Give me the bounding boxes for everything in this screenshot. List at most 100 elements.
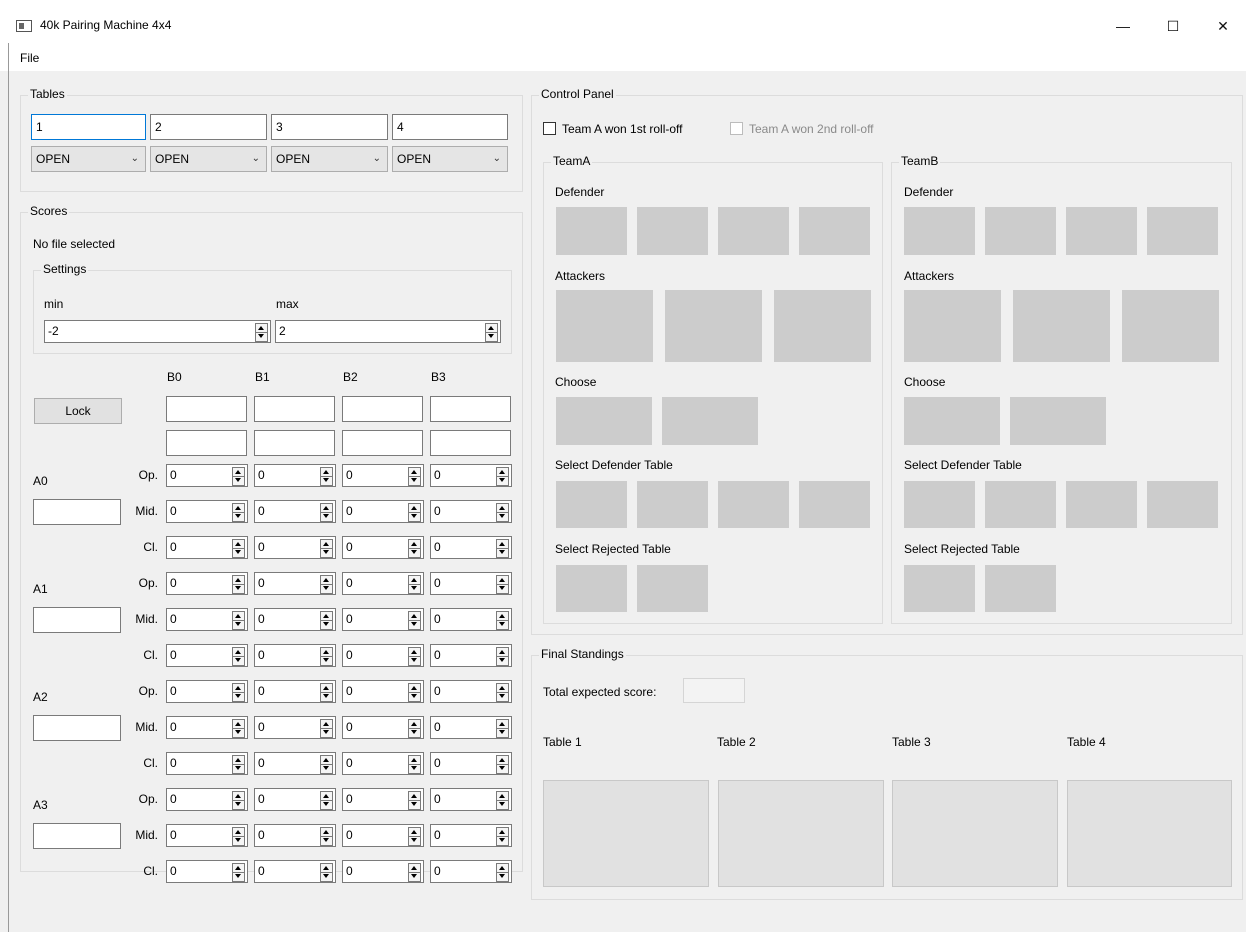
spin-arrows-icon[interactable] [496,647,509,666]
maximize-button[interactable]: ☐ [1150,12,1196,40]
team-a-attacker-slot[interactable] [665,290,762,362]
score-spinbox-a0-b3-mid[interactable]: 0 [430,500,512,523]
score-spinbox-a0-b3-cl[interactable]: 0 [430,536,512,559]
team-b-choose-slot[interactable] [1010,397,1106,445]
score-spinbox-a3-b3-mid[interactable]: 0 [430,824,512,847]
spin-arrows-icon[interactable] [496,683,509,702]
spin-arrows-icon[interactable] [232,539,245,558]
score-spinbox-a3-b3-cl[interactable]: 0 [430,860,512,883]
score-spinbox-a1-b0-cl[interactable]: 0 [166,644,248,667]
spin-arrows-icon[interactable] [232,863,245,882]
spin-arrows-icon[interactable] [496,791,509,810]
score-spinbox-a2-b0-cl[interactable]: 0 [166,752,248,775]
spin-arrows-icon[interactable] [320,539,333,558]
score-spinbox-a0-b2-op[interactable]: 0 [342,464,424,487]
team-a-defender-table-slot[interactable] [637,481,708,528]
team-b-defender-slot[interactable] [904,207,975,255]
spin-arrows-icon[interactable] [320,683,333,702]
team-a-choose-slot[interactable] [556,397,652,445]
spin-arrows-icon[interactable] [320,863,333,882]
b-name-input[interactable] [430,396,511,422]
spin-arrows-icon[interactable] [320,755,333,774]
score-spinbox-a2-b0-mid[interactable]: 0 [166,716,248,739]
table-name-input-1[interactable]: 1 [31,114,146,140]
spin-arrows-icon[interactable] [320,791,333,810]
team-b-attacker-slot[interactable] [904,290,1001,362]
table-name-input-3[interactable]: 3 [271,114,388,140]
score-spinbox-a1-b1-op[interactable]: 0 [254,572,336,595]
max-spinbox[interactable]: 2 [275,320,501,343]
spin-arrows-icon[interactable] [408,575,421,594]
team-a-rejected-table-slot[interactable] [556,565,627,612]
score-spinbox-a2-b3-cl[interactable]: 0 [430,752,512,775]
spin-arrows-icon[interactable] [232,575,245,594]
spin-arrows-icon[interactable] [408,647,421,666]
team-b-defender-table-slot[interactable] [985,481,1056,528]
spin-arrows-icon[interactable] [320,719,333,738]
score-spinbox-a2-b2-op[interactable]: 0 [342,680,424,703]
team-a-attacker-slot[interactable] [774,290,871,362]
score-spinbox-a3-b3-op[interactable]: 0 [430,788,512,811]
b-name-input[interactable] [254,430,335,456]
min-spinbox[interactable]: -2 [44,320,271,343]
score-spinbox-a3-b1-cl[interactable]: 0 [254,860,336,883]
score-spinbox-a1-b2-op[interactable]: 0 [342,572,424,595]
b-name-input[interactable] [166,396,247,422]
team-a-defender-table-slot[interactable] [718,481,789,528]
score-spinbox-a3-b2-mid[interactable]: 0 [342,824,424,847]
score-spinbox-a3-b1-mid[interactable]: 0 [254,824,336,847]
spin-arrows-icon[interactable] [232,683,245,702]
a-name-input[interactable] [33,499,121,525]
score-spinbox-a3-b1-op[interactable]: 0 [254,788,336,811]
team-b-attacker-slot[interactable] [1122,290,1219,362]
spin-arrows-icon[interactable] [496,863,509,882]
spin-arrows-icon[interactable] [320,611,333,630]
b-name-input[interactable] [342,430,423,456]
spin-arrows-icon[interactable] [496,719,509,738]
team-b-defender-slot[interactable] [1066,207,1137,255]
team-b-defender-table-slot[interactable] [904,481,975,528]
spin-arrows-icon[interactable] [232,611,245,630]
score-spinbox-a0-b1-mid[interactable]: 0 [254,500,336,523]
a-name-input[interactable] [33,607,121,633]
spin-arrows-icon[interactable] [485,323,498,342]
score-spinbox-a0-b2-mid[interactable]: 0 [342,500,424,523]
spin-arrows-icon[interactable] [496,755,509,774]
team-b-choose-slot[interactable] [904,397,1000,445]
spin-arrows-icon[interactable] [496,467,509,486]
score-spinbox-a2-b3-mid[interactable]: 0 [430,716,512,739]
spin-arrows-icon[interactable] [255,323,268,342]
table-name-input-4[interactable]: 4 [392,114,508,140]
score-spinbox-a3-b0-cl[interactable]: 0 [166,860,248,883]
score-spinbox-a1-b2-mid[interactable]: 0 [342,608,424,631]
spin-arrows-icon[interactable] [320,467,333,486]
spin-arrows-icon[interactable] [496,539,509,558]
score-spinbox-a1-b0-op[interactable]: 0 [166,572,248,595]
close-button[interactable]: ✕ [1200,12,1246,40]
spin-arrows-icon[interactable] [232,503,245,522]
score-spinbox-a0-b0-mid[interactable]: 0 [166,500,248,523]
spin-arrows-icon[interactable] [496,575,509,594]
team-a-defender-table-slot[interactable] [556,481,627,528]
score-spinbox-a3-b2-cl[interactable]: 0 [342,860,424,883]
team-a-defender-slot[interactable] [556,207,627,255]
team-a-defender-table-slot[interactable] [799,481,870,528]
score-spinbox-a3-b0-mid[interactable]: 0 [166,824,248,847]
b-name-input[interactable] [430,430,511,456]
team-b-rejected-table-slot[interactable] [904,565,975,612]
team-a-defender-slot[interactable] [799,207,870,255]
score-spinbox-a2-b2-mid[interactable]: 0 [342,716,424,739]
spin-arrows-icon[interactable] [408,467,421,486]
score-spinbox-a0-b1-op[interactable]: 0 [254,464,336,487]
score-spinbox-a1-b3-mid[interactable]: 0 [430,608,512,631]
score-spinbox-a2-b1-cl[interactable]: 0 [254,752,336,775]
table-status-select-1[interactable]: OPEN ⌄ [31,146,146,172]
spin-arrows-icon[interactable] [408,863,421,882]
team-b-defender-table-slot[interactable] [1066,481,1137,528]
spin-arrows-icon[interactable] [408,611,421,630]
table-name-input-2[interactable]: 2 [150,114,267,140]
spin-arrows-icon[interactable] [496,827,509,846]
rolloff1-checkbox[interactable] [543,122,556,135]
spin-arrows-icon[interactable] [408,539,421,558]
team-b-rejected-table-slot[interactable] [985,565,1056,612]
